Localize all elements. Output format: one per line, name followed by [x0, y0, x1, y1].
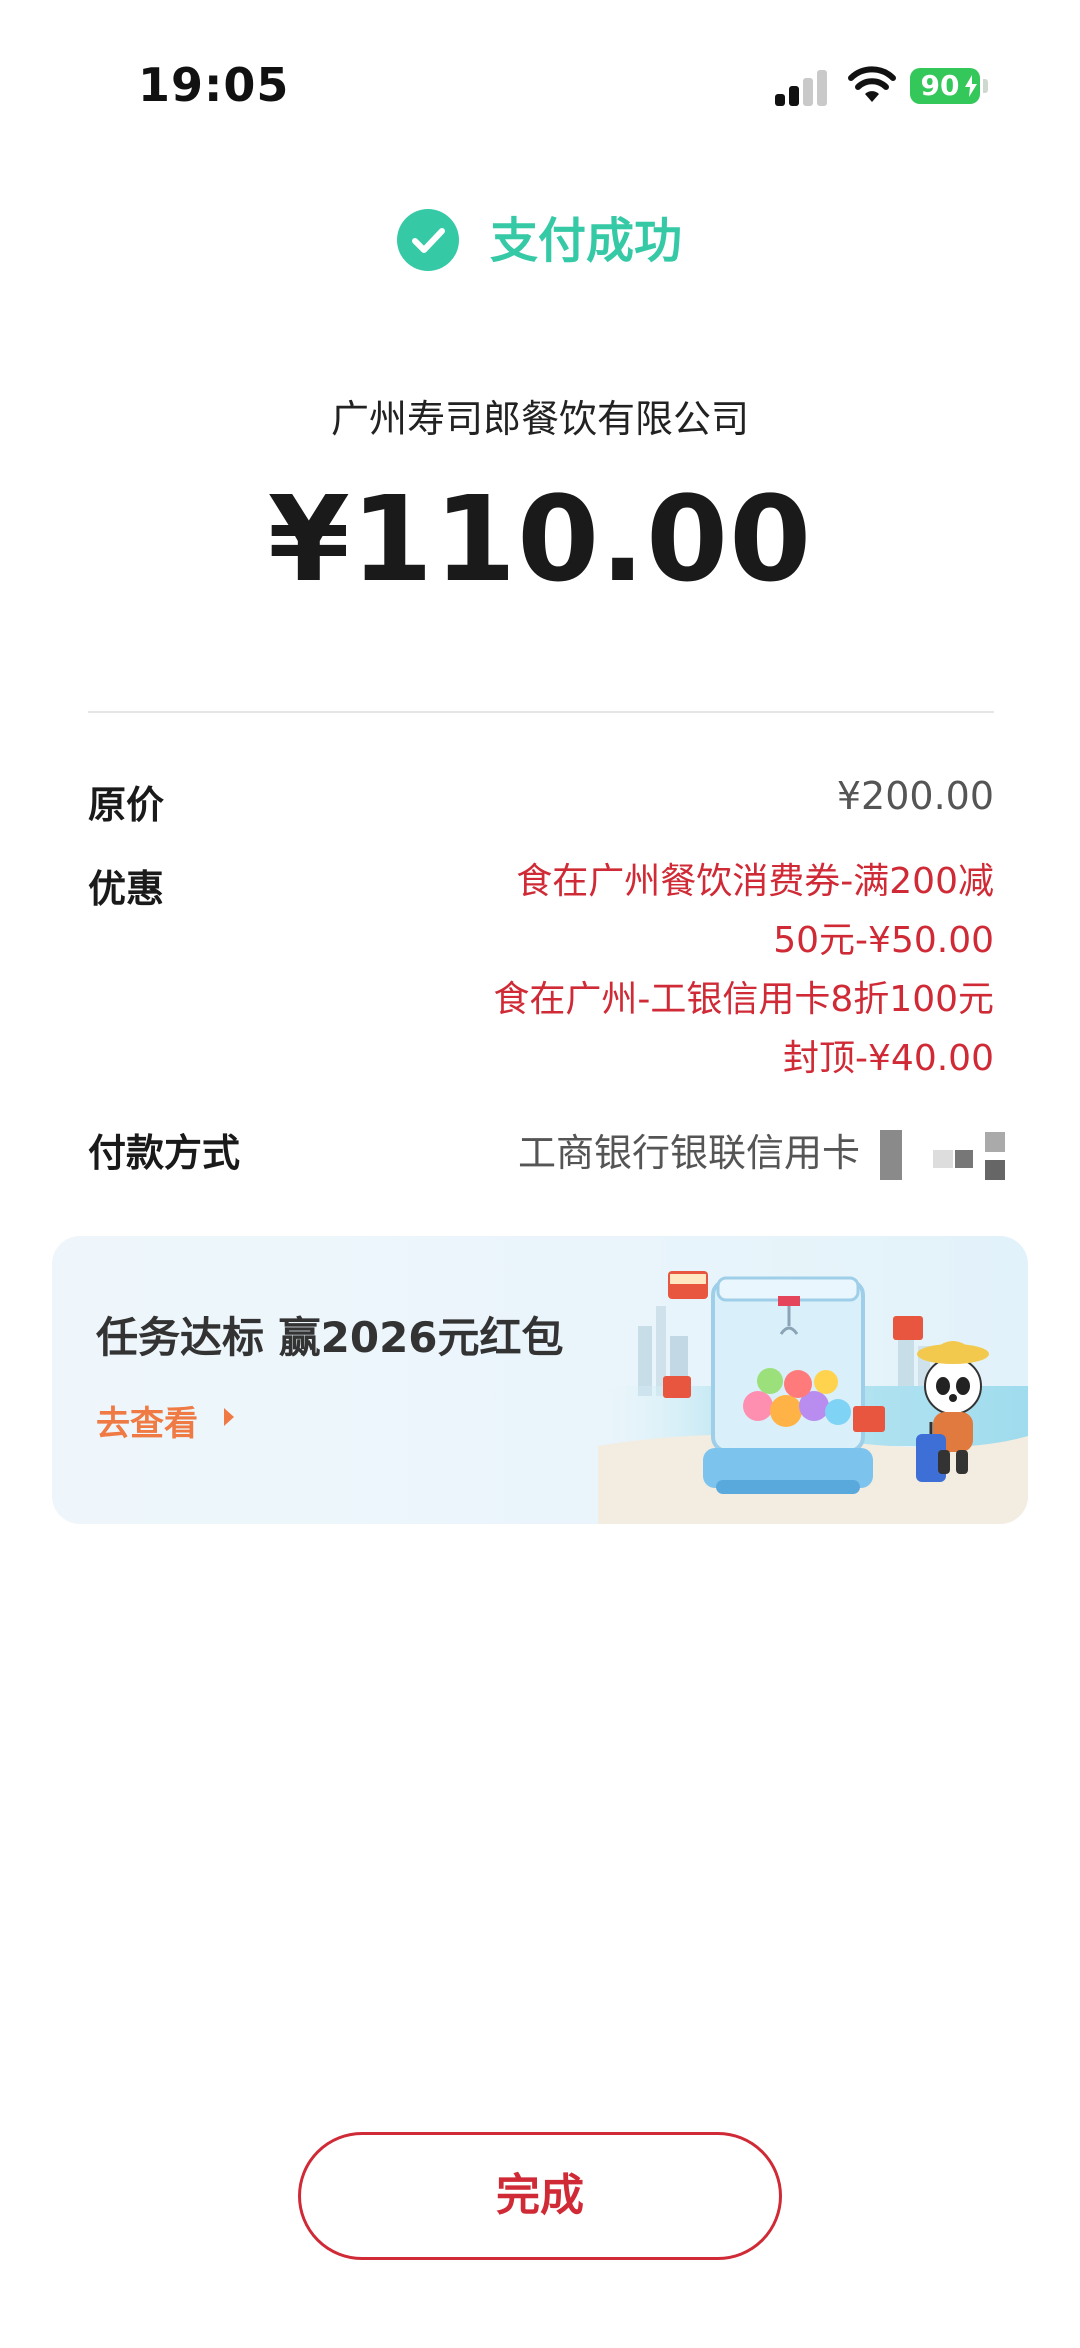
discount-detail: 食在广州餐饮消费券-满200减 50元-¥50.00 食在广州-工银信用卡8折1… [374, 852, 994, 1088]
discount-line: 食在广州餐饮消费券-满200减 [516, 861, 994, 902]
status-time: 19:05 [138, 58, 290, 112]
battery-cap [983, 79, 988, 93]
payment-method-label: 付款方式 [88, 1131, 241, 1175]
merchant-name: 广州寿司郎餐饮有限公司 [330, 397, 749, 441]
masked-card-number [985, 1132, 1005, 1152]
promo-banner[interactable]: 任务达标 赢2026元红包 去查看 [52, 1236, 1028, 1524]
discount-label: 优惠 [88, 867, 165, 911]
discount-line: 50元-¥50.00 [773, 920, 994, 961]
discount-line: 食在广州-工银信用卡8折100元 [493, 979, 994, 1020]
banner-cta-link[interactable]: 去查看 [96, 1396, 198, 1445]
checkmark-circle-icon [397, 209, 459, 271]
paid-amount: ¥110.00 [267, 470, 813, 608]
battery-percent: 90 [920, 69, 960, 102]
cellular-signal-icon [775, 70, 827, 106]
banner-title: 任务达标 赢2026元红包 [96, 1313, 564, 1362]
claw-machine-panda-illustration [598, 1271, 1028, 1524]
divider [88, 711, 994, 713]
triangle-right-icon [224, 1408, 234, 1426]
discount-line: 封顶-¥40.00 [783, 1038, 994, 1079]
masked-card-number [955, 1150, 973, 1168]
masked-card-number [880, 1130, 902, 1180]
battery-icon: 90 [910, 68, 980, 104]
masked-card-number [933, 1150, 953, 1168]
original-price-value: ¥200.00 [836, 774, 994, 818]
payment-method-value: 工商银行银联信用卡 [517, 1131, 860, 1175]
original-price-label: 原价 [88, 783, 165, 827]
charging-bolt-icon [965, 75, 977, 97]
done-button-label: 完成 [496, 2170, 584, 2221]
done-button[interactable]: 完成 [298, 2132, 782, 2260]
wifi-icon [848, 66, 896, 102]
masked-card-number [985, 1160, 1005, 1180]
payment-success-title: 支付成功 [490, 213, 683, 269]
